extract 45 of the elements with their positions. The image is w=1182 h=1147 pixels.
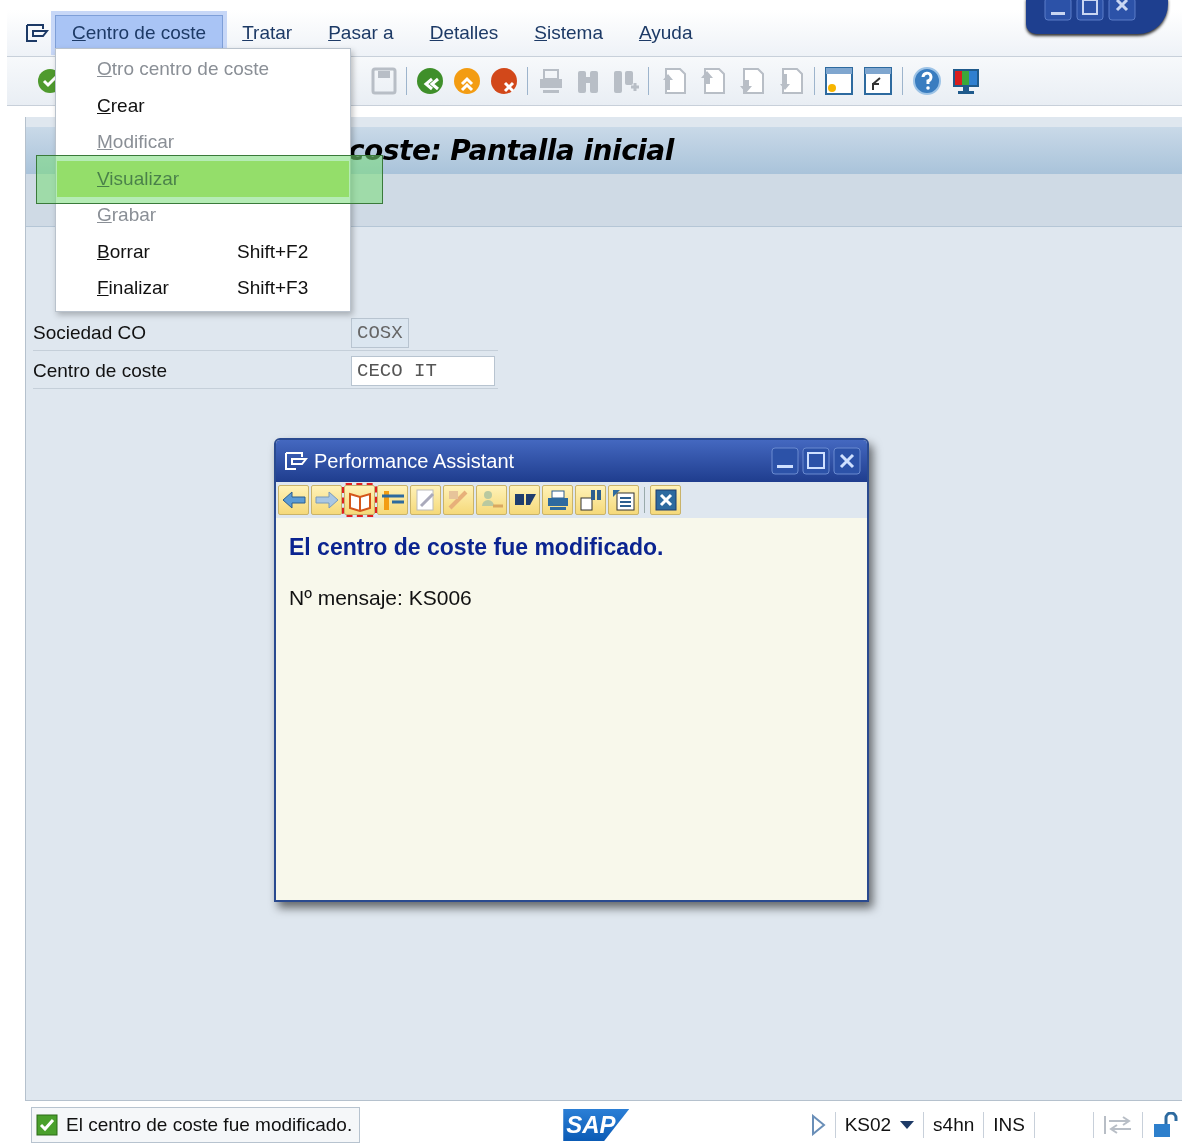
help-icon[interactable] — [912, 66, 942, 96]
message-text: El centro de coste fue modificado. — [289, 534, 665, 561]
menu-item[interactable]: Borrar Shift+F2 — [57, 233, 349, 270]
transaction-code[interactable]: KS02 — [844, 1114, 892, 1136]
new-session-icon[interactable] — [824, 66, 854, 96]
document-list-icon[interactable] — [608, 485, 639, 515]
close-icon[interactable] — [1108, 0, 1136, 22]
menu-item[interactable]: Sistema — [517, 15, 620, 51]
screen-title: coste: Pantalla inicial — [348, 134, 674, 167]
menu-item[interactable]: Ayuda — [621, 15, 710, 51]
dropdown-caret-icon[interactable] — [900, 1120, 915, 1130]
minimize-icon[interactable] — [1044, 0, 1072, 22]
cancel-icon[interactable] — [490, 67, 518, 95]
status-message: El centro de coste fue modificado. — [66, 1114, 353, 1136]
field-label: Sociedad CO — [33, 321, 147, 344]
monitor-icon[interactable] — [951, 66, 981, 96]
message-number: Nº mensaje: KS006 — [289, 586, 473, 610]
input-field[interactable]: CECO IT — [351, 355, 495, 386]
menu-item[interactable]: Pasar a — [311, 15, 411, 51]
expand-triangle-icon[interactable] — [809, 1114, 826, 1136]
maximize-icon[interactable] — [802, 447, 830, 475]
dialog-title: Performance Assistant — [314, 449, 516, 473]
menu-item[interactable]: Crear — [57, 87, 349, 124]
layout-icon[interactable] — [509, 485, 540, 515]
insert-mode[interactable]: INS — [993, 1114, 1025, 1136]
sap-logo: SAP — [563, 1109, 630, 1141]
back-icon[interactable] — [416, 67, 444, 95]
success-check-icon — [36, 1114, 58, 1136]
system-menu-icon[interactable] — [284, 450, 308, 472]
system-menu-icon[interactable] — [25, 22, 49, 44]
field-label: Centro de coste — [33, 359, 169, 382]
minimize-icon[interactable] — [771, 447, 799, 475]
book-icon[interactable] — [344, 485, 375, 515]
print-icon[interactable] — [542, 485, 573, 515]
close-icon[interactable] — [650, 485, 681, 515]
close-icon[interactable] — [833, 447, 861, 475]
edit-icon[interactable] — [410, 485, 441, 515]
menu-item[interactable]: Detalles — [412, 15, 516, 51]
unlocked-icon[interactable] — [1152, 1112, 1178, 1138]
system-name: s4hn — [933, 1114, 975, 1136]
menu-item[interactable]: Tratar — [225, 15, 310, 51]
menu-item[interactable]: Finalizar Shift+F3 — [57, 270, 349, 307]
maximize-icon[interactable] — [1076, 0, 1104, 22]
shortcut-icon[interactable] — [863, 66, 893, 96]
tools-icon[interactable] — [377, 485, 408, 515]
